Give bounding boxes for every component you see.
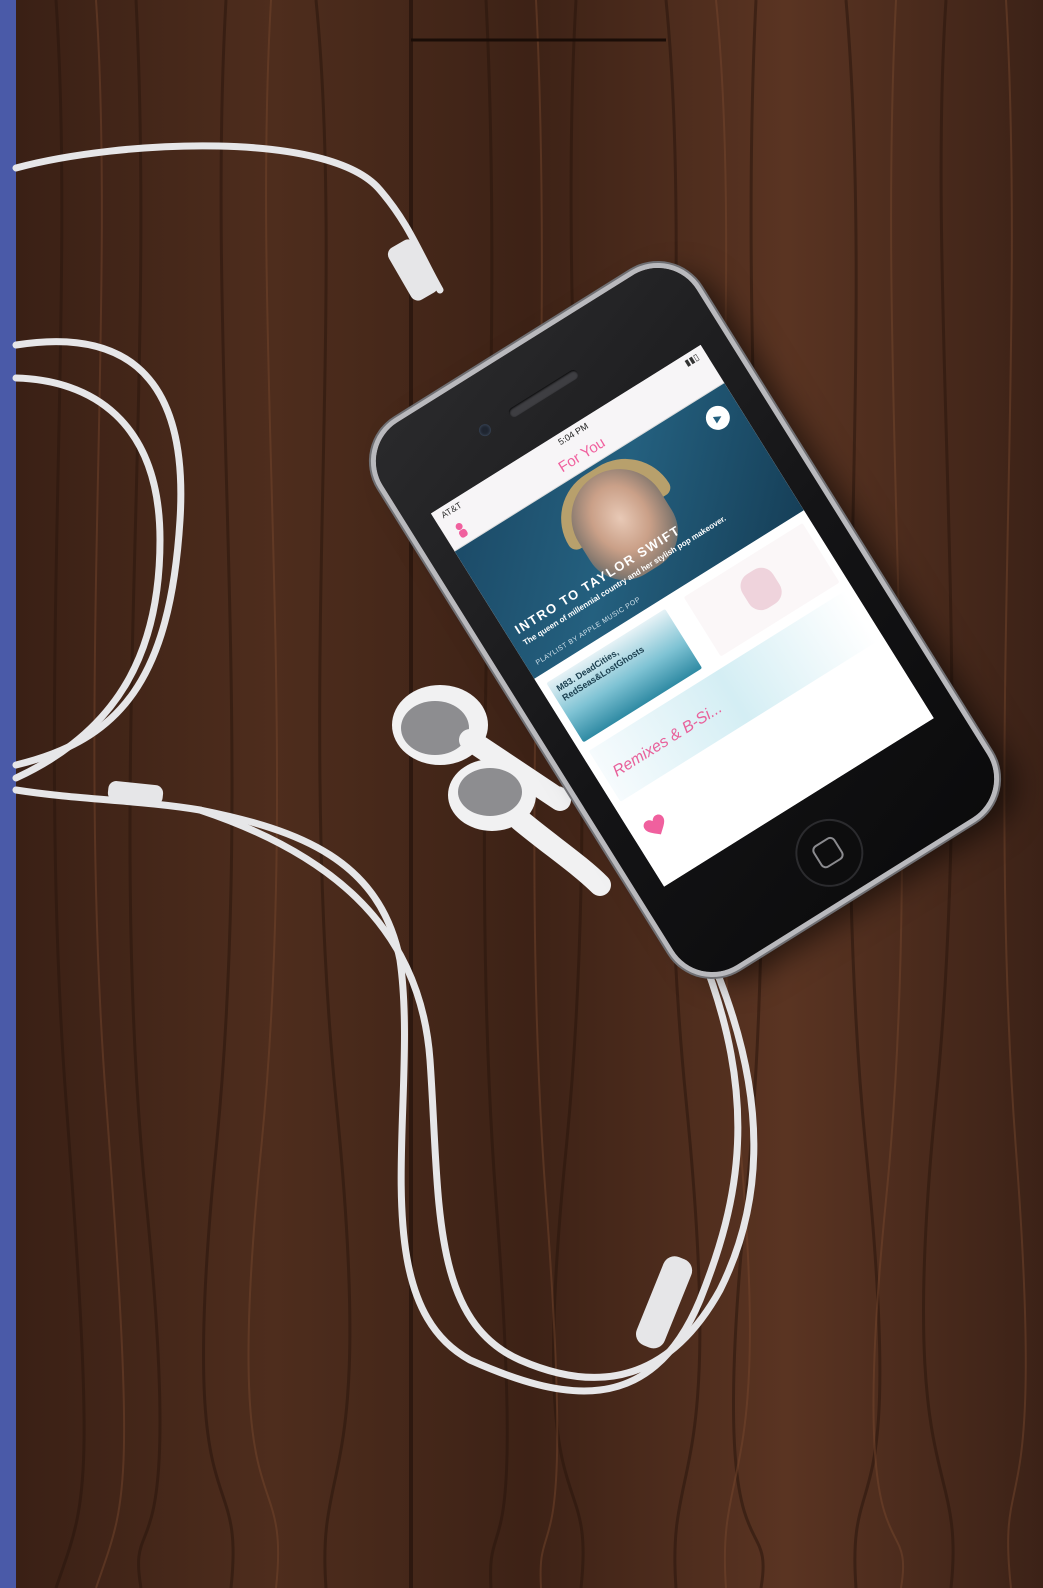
profile-icon[interactable] (451, 519, 471, 540)
album-art (735, 562, 787, 616)
heart-icon[interactable] (642, 812, 671, 841)
edge-strip (0, 0, 16, 1588)
play-icon[interactable]: ▶ (701, 401, 735, 435)
